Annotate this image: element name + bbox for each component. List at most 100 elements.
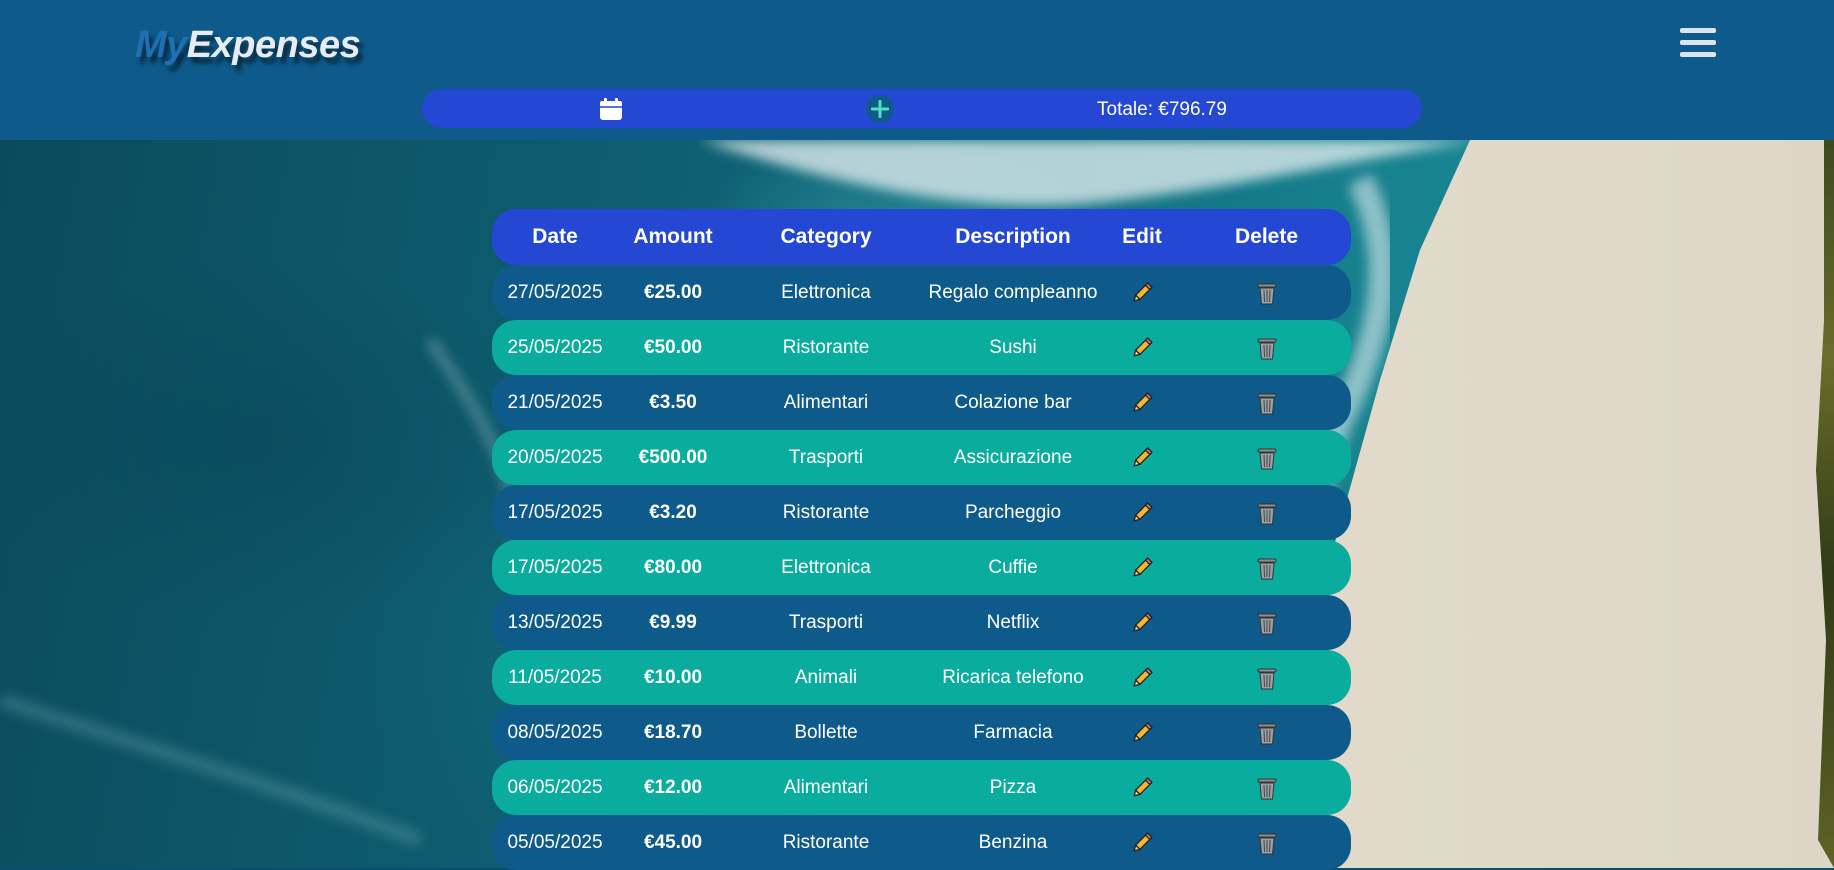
edit-button[interactable] [1102, 815, 1182, 870]
pencil-icon [1129, 830, 1155, 856]
cell-date: 08/05/2025 [507, 721, 603, 743]
calendar-icon [600, 98, 622, 120]
cell-category: Trasporti [788, 611, 864, 633]
trash-icon [1255, 335, 1279, 361]
delete-button[interactable] [1182, 320, 1351, 375]
table-row: 08/05/2025 €18.70 Bollette Farmacia [492, 705, 1351, 760]
cell-category: Alimentari [783, 391, 869, 413]
table-row: 11/05/2025 €10.00 Animali Ricarica telefono [492, 650, 1351, 705]
cell-date: 11/05/2025 [508, 666, 602, 688]
expenses-table: Date Amount Category Description Edit Delete 2… [492, 209, 1351, 870]
trash-icon [1255, 500, 1279, 526]
cell-category: Animali [794, 666, 858, 688]
trash-icon [1255, 445, 1279, 471]
edit-button[interactable] [1102, 485, 1182, 540]
total-amount: Totale: €796.79 [1097, 99, 1227, 120]
cell-amount: €10.00 [643, 666, 703, 688]
edit-button[interactable] [1102, 650, 1182, 705]
trash-icon [1255, 665, 1279, 691]
table-row: 20/05/2025 €500.00 Trasporti Assicurazione [492, 430, 1351, 485]
edit-button[interactable] [1102, 375, 1182, 430]
edit-button[interactable] [1102, 430, 1182, 485]
cell-amount: €80.00 [643, 556, 703, 578]
delete-button[interactable] [1182, 265, 1351, 320]
delete-button[interactable] [1182, 705, 1351, 760]
logo-expenses-text: Expenses [186, 24, 361, 66]
cell-date: 27/05/2025 [507, 281, 603, 303]
cell-date: 20/05/2025 [507, 446, 603, 468]
trash-icon [1255, 390, 1279, 416]
pencil-icon [1129, 555, 1155, 581]
edit-button[interactable] [1102, 265, 1182, 320]
cell-amount: €25.00 [643, 281, 703, 303]
cell-category: Ristorante [782, 336, 870, 358]
cell-amount: €50.00 [643, 336, 703, 358]
trash-icon [1255, 720, 1279, 746]
header-description: Description [955, 225, 1071, 248]
table-row: 21/05/2025 €3.50 Alimentari Colazione bar [492, 375, 1351, 430]
delete-button[interactable] [1182, 595, 1351, 650]
edit-button[interactable] [1102, 760, 1182, 815]
delete-button[interactable] [1182, 375, 1351, 430]
expense-toolbar: Totale: €796.79 [422, 89, 1422, 128]
cell-description: Assicurazione [953, 446, 1073, 468]
cell-description: Parcheggio [964, 501, 1062, 523]
calendar-button[interactable] [597, 95, 625, 123]
header-category: Category [780, 225, 872, 248]
trash-icon [1255, 830, 1279, 856]
header-delete: Delete [1234, 225, 1299, 248]
delete-button[interactable] [1182, 540, 1351, 595]
delete-button[interactable] [1182, 760, 1351, 815]
pencil-icon [1129, 335, 1155, 361]
cell-amount: €3.50 [649, 391, 697, 413]
cell-description: Ricarica telefono [942, 666, 1084, 688]
edit-button[interactable] [1102, 320, 1182, 375]
plus-icon [871, 100, 889, 118]
trash-icon [1255, 610, 1279, 636]
table-header-row: Date Amount Category Description Edit Delete [492, 209, 1351, 265]
cell-description: Regalo compleanno [928, 281, 1098, 303]
table-row: 25/05/2025 €50.00 Ristorante Sushi [492, 320, 1351, 375]
table-row: 05/05/2025 €45.00 Ristorante Benzina [492, 815, 1351, 870]
pencil-icon [1129, 390, 1155, 416]
delete-button[interactable] [1182, 650, 1351, 705]
cell-amount: €45.00 [643, 831, 703, 853]
cell-description: Netflix [986, 611, 1040, 633]
delete-button[interactable] [1182, 815, 1351, 870]
trash-icon [1255, 555, 1279, 581]
cell-amount: €3.20 [649, 501, 697, 523]
cell-amount: €18.70 [643, 721, 703, 743]
pencil-icon [1129, 500, 1155, 526]
table-row: 17/05/2025 €3.20 Ristorante Parcheggio [492, 485, 1351, 540]
table-row: 06/05/2025 €12.00 Alimentari Pizza [492, 760, 1351, 815]
delete-button[interactable] [1182, 430, 1351, 485]
hamburger-line [1680, 52, 1716, 57]
trash-icon [1255, 280, 1279, 306]
delete-button[interactable] [1182, 485, 1351, 540]
hamburger-menu-icon[interactable] [1680, 28, 1716, 58]
hamburger-line [1680, 40, 1716, 45]
pencil-icon [1129, 775, 1155, 801]
pencil-icon [1129, 445, 1155, 471]
header-date: Date [532, 225, 578, 248]
pencil-icon [1129, 610, 1155, 636]
cell-date: 25/05/2025 [507, 336, 603, 358]
edit-button[interactable] [1102, 595, 1182, 650]
table-row: 27/05/2025 €25.00 Elettronica Regalo comple… [492, 265, 1351, 320]
pencil-icon [1129, 665, 1155, 691]
cell-category: Ristorante [782, 831, 870, 853]
app-logo[interactable]: MyExpenses [135, 24, 361, 67]
table-row: 17/05/2025 €80.00 Elettronica Cuffie [492, 540, 1351, 595]
edit-button[interactable] [1102, 705, 1182, 760]
cell-amount: €9.99 [649, 611, 697, 633]
cell-description: Farmacia [973, 721, 1053, 743]
edit-button[interactable] [1102, 540, 1182, 595]
add-expense-button[interactable] [866, 95, 894, 123]
pencil-icon [1129, 720, 1155, 746]
header-amount: Amount [633, 225, 713, 248]
cell-date: 21/05/2025 [507, 391, 603, 413]
cell-category: Bollette [794, 721, 858, 743]
cell-date: 05/05/2025 [507, 831, 603, 853]
pencil-icon [1129, 280, 1155, 306]
cell-category: Elettronica [781, 556, 871, 578]
